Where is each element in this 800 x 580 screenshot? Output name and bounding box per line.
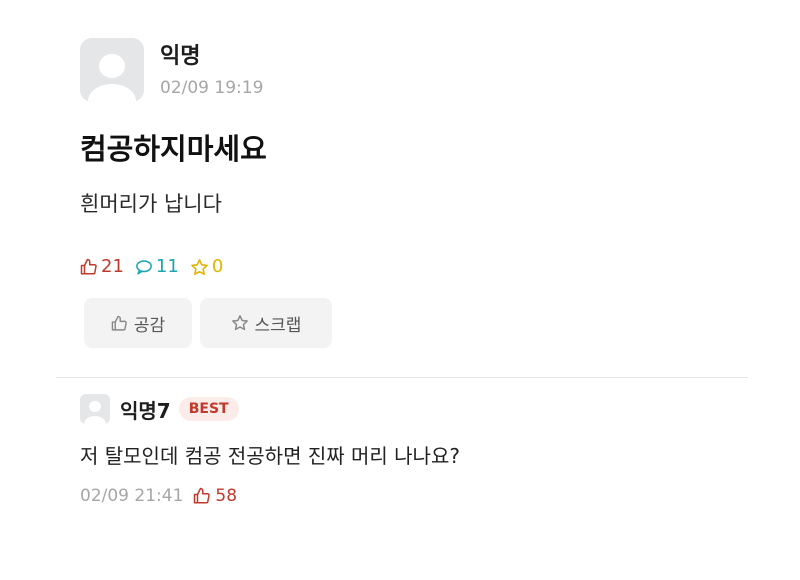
- post-timestamp: 02/09 19:19: [160, 78, 264, 98]
- comment-author: 익명7: [120, 398, 171, 423]
- post-body: 흰머리가 납니다: [80, 192, 222, 216]
- star-icon: [191, 258, 208, 275]
- scrap-button-label: 스크랩: [254, 315, 302, 336]
- post-stats: 21 11 0: [80, 257, 234, 277]
- like-button-label: 공감: [133, 315, 166, 336]
- comment-count: 11: [135, 257, 179, 277]
- comment-like-value: 58: [215, 486, 238, 506]
- like-button[interactable]: 공감: [84, 298, 192, 348]
- best-badge: BEST: [178, 397, 239, 421]
- scrap-button[interactable]: 스크랩: [200, 298, 332, 348]
- avatar-icon: [80, 394, 110, 424]
- comment-timestamp: 02/09 21:41: [80, 486, 184, 506]
- scrap-count-value: 0: [211, 256, 224, 277]
- comment-count-value: 11: [155, 256, 179, 277]
- like-count: 21: [80, 257, 124, 277]
- comment-meta: 02/09 21:41 58: [80, 486, 760, 506]
- author-info: 익명 02/09 19:19: [160, 38, 263, 98]
- thumbs-up-icon: [111, 315, 127, 331]
- thumbs-up-icon: [80, 258, 97, 275]
- star-icon: [231, 315, 248, 331]
- post: 익명 02/09 19:19 컴공하지마세요 흰머리가 납니다 21 11 0 …: [80, 38, 760, 348]
- speech-bubble-icon: [136, 260, 152, 275]
- avatar-icon: [80, 38, 144, 102]
- thumbs-up-icon: [194, 487, 211, 504]
- scrap-count: 0: [190, 257, 223, 277]
- post-actions: 공감 스크랩: [84, 298, 340, 348]
- divider: [56, 377, 748, 378]
- comment-text: 저 탈모인데 컴공 전공하면 진짜 머리 나나요?: [80, 444, 460, 468]
- comment-like-count[interactable]: 58: [193, 486, 237, 506]
- like-count-value: 21: [101, 256, 124, 277]
- comment-item: 익명7 BEST 저 탈모인데 컴공 전공하면 진짜 머리 나나요? 02/09…: [80, 394, 760, 506]
- post-author-row: 익명 02/09 19:19: [80, 38, 760, 102]
- comment-header: 익명7 BEST: [80, 394, 760, 424]
- author-name: 익명: [160, 44, 201, 69]
- post-title: 컴공하지마세요: [80, 132, 267, 166]
